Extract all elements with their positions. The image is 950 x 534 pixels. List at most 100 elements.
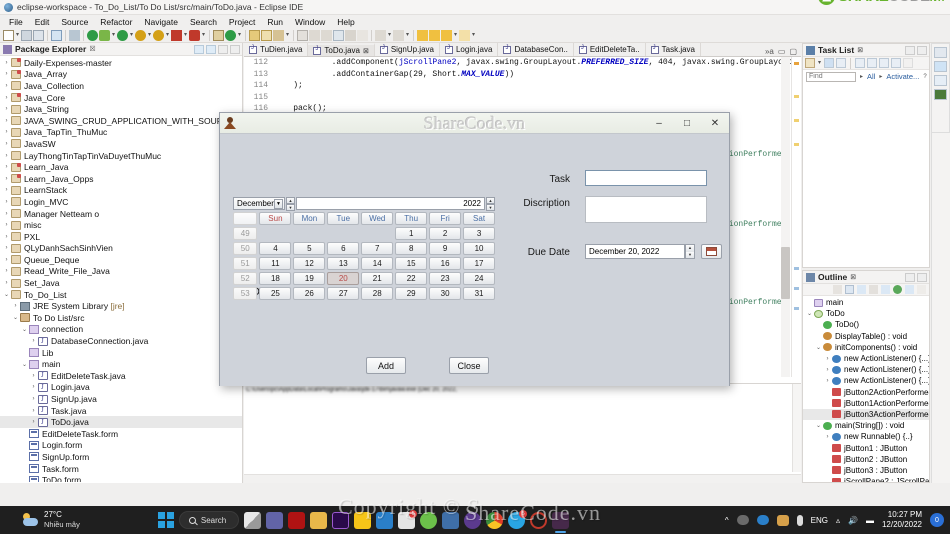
package-tree-item[interactable]: Lib xyxy=(0,347,242,359)
debug-dropdown-icon[interactable]: ▾ xyxy=(111,30,116,41)
menu-item-search[interactable]: Search xyxy=(184,17,223,27)
collapse-all-icon[interactable] xyxy=(194,44,204,54)
calendar-day-cell[interactable]: 16 xyxy=(429,257,462,270)
due-date-spinner[interactable]: ▲ ▼ xyxy=(685,244,695,259)
calendar-day-cell[interactable]: 9 xyxy=(429,242,462,255)
filter-icon[interactable] xyxy=(867,58,877,68)
vscode-icon[interactable] xyxy=(376,511,394,529)
open-folder-icon[interactable] xyxy=(249,29,260,41)
outline-item[interactable]: ⌄ main(String[]) : void xyxy=(803,420,929,431)
calendar-day-cell[interactable]: 8 xyxy=(395,242,428,255)
package-tree-item[interactable]: › Java_Collection xyxy=(0,80,242,92)
wand-dropdown-icon[interactable]: ▾ xyxy=(285,30,290,41)
skype-icon[interactable]: 5 xyxy=(508,509,528,529)
outline-item[interactable]: DisplayTable() : void xyxy=(803,331,929,342)
package-tree-item[interactable]: › DatabaseConnection.java xyxy=(0,335,242,347)
expand-arrow-icon[interactable]: › xyxy=(823,356,832,362)
calendar-day-cell[interactable]: 11 xyxy=(259,257,292,270)
expand-arrow-icon[interactable]: › xyxy=(2,245,11,251)
outline-item[interactable]: jButton1 : JButton xyxy=(803,442,929,453)
outline-item[interactable]: ToDo() xyxy=(803,319,929,330)
bookmark-icon[interactable] xyxy=(333,29,344,41)
editor-tab[interactable]: SignUp.java xyxy=(374,43,440,56)
package-tree-item[interactable]: › Java_String xyxy=(0,103,242,115)
month-combo[interactable]: December ▼ xyxy=(233,197,285,210)
expand-arrow-icon[interactable]: › xyxy=(29,419,38,425)
expand-arrow-icon[interactable]: ⌄ xyxy=(11,314,20,321)
back-icon[interactable] xyxy=(417,29,428,41)
calendar-day-cell[interactable]: 27 xyxy=(327,287,360,300)
package-tree-item[interactable]: SignUp.form xyxy=(0,451,242,463)
calendar-day-cell[interactable]: 10 xyxy=(463,242,496,255)
year-spinner[interactable]: ▲ ▼ xyxy=(486,197,495,211)
package-tree-item[interactable]: › Login_MVC xyxy=(0,196,242,208)
run-icon[interactable] xyxy=(87,29,98,41)
prev-edit-dropdown-icon[interactable]: ▾ xyxy=(453,30,458,41)
teams-icon[interactable] xyxy=(266,511,284,529)
package-tree-item[interactable]: Login.form xyxy=(0,440,242,452)
outline-item[interactable]: › new ActionListener() {...} xyxy=(803,364,930,375)
headset-icon[interactable] xyxy=(776,514,789,526)
hide-fields-icon[interactable] xyxy=(869,285,878,294)
calendar-day-cell[interactable]: 3 xyxy=(463,227,496,240)
calendar-day-cell[interactable]: 15 xyxy=(395,257,428,270)
focus-icon[interactable] xyxy=(855,58,865,68)
expand-arrow-icon[interactable]: › xyxy=(2,257,11,263)
properties-view-icon[interactable] xyxy=(934,47,947,58)
calendar-grid[interactable]: Sun Mon Tue Wed Thu Fri Sat 49 1 2 3 50 4 5 6 7 8 9 10 51 11… xyxy=(233,212,496,300)
expand-arrow-icon[interactable]: › xyxy=(2,199,11,205)
outline-item[interactable]: jButton1ActionPerformed( xyxy=(803,398,929,409)
year-spin-down-icon[interactable]: ▼ xyxy=(486,204,495,211)
new-dropdown-icon[interactable]: ▾ xyxy=(15,30,20,41)
new-task-icon[interactable] xyxy=(805,58,815,68)
calendar-day-cell[interactable]: 19 xyxy=(293,272,326,285)
package-tree-item[interactable]: ⌄ connection xyxy=(0,324,242,336)
coverage-icon[interactable] xyxy=(135,29,146,41)
close-icon[interactable]: ☒ xyxy=(89,45,95,53)
purple-app-icon[interactable] xyxy=(464,511,482,529)
calendar-day-cell[interactable]: 18 xyxy=(259,272,292,285)
menu-item-source[interactable]: Source xyxy=(55,17,94,27)
menu-item-file[interactable]: File xyxy=(3,17,29,27)
editor-tab[interactable]: Task.java xyxy=(645,43,702,56)
expand-arrow-icon[interactable]: › xyxy=(2,60,11,66)
help-icon[interactable]: ? xyxy=(923,74,926,80)
calendar-day-cell[interactable]: 31 xyxy=(463,287,496,300)
all-filter-link[interactable]: All xyxy=(867,72,875,81)
package-tree-item[interactable]: › Task.java xyxy=(0,405,242,417)
show-hidden-icons[interactable]: ^ xyxy=(725,516,729,525)
expand-arrow-icon[interactable]: › xyxy=(2,234,11,240)
expand-arrow-icon[interactable]: › xyxy=(29,384,38,390)
menu-item-edit[interactable]: Edit xyxy=(29,17,56,27)
expand-arrow-icon[interactable]: › xyxy=(2,187,11,193)
console-horizontal-scrollbar[interactable] xyxy=(244,474,801,483)
expand-arrow-icon[interactable]: › xyxy=(823,378,832,384)
link-editor-icon[interactable] xyxy=(206,44,216,54)
folder-explorer-icon[interactable] xyxy=(310,511,328,529)
windows-start-icon[interactable] xyxy=(157,512,174,528)
expand-arrow-icon[interactable]: ⌄ xyxy=(2,291,11,298)
outline-item[interactable]: main xyxy=(803,297,929,308)
package-tree-item[interactable]: › PXL xyxy=(0,231,242,243)
pencil-icon[interactable] xyxy=(309,29,320,41)
expand-arrow-icon[interactable]: › xyxy=(2,153,11,159)
package-tree-item[interactable]: ⌄ To_Do_List xyxy=(0,289,242,301)
new-class-icon[interactable] xyxy=(213,29,224,41)
save-icon[interactable] xyxy=(21,29,32,41)
package-tree-item[interactable]: ToDo.form xyxy=(0,474,242,482)
package-tree-item[interactable]: › JRE System Library [jre] xyxy=(0,300,242,312)
wifi-icon[interactable]: ▵ xyxy=(836,516,840,525)
outline-item[interactable]: jButton3ActionPerformed( xyxy=(803,408,929,421)
add-button[interactable]: Add xyxy=(366,357,406,374)
package-tree-item[interactable]: EditDeleteTask.form xyxy=(0,428,242,440)
expand-arrow-icon[interactable]: › xyxy=(29,338,38,344)
search-green-icon[interactable] xyxy=(225,29,236,41)
coverage-dropdown-icon[interactable]: ▾ xyxy=(147,30,152,41)
declaration-view-icon[interactable] xyxy=(934,75,947,86)
minimize-view-icon[interactable] xyxy=(230,44,240,54)
expand-arrow-icon[interactable]: ⌄ xyxy=(814,422,823,429)
view-menu-icon[interactable] xyxy=(218,44,228,54)
javadoc-view-icon[interactable] xyxy=(934,61,947,72)
calendar-day-cell[interactable]: 23 xyxy=(429,272,462,285)
calendar-day-cell[interactable]: 13 xyxy=(327,257,360,270)
